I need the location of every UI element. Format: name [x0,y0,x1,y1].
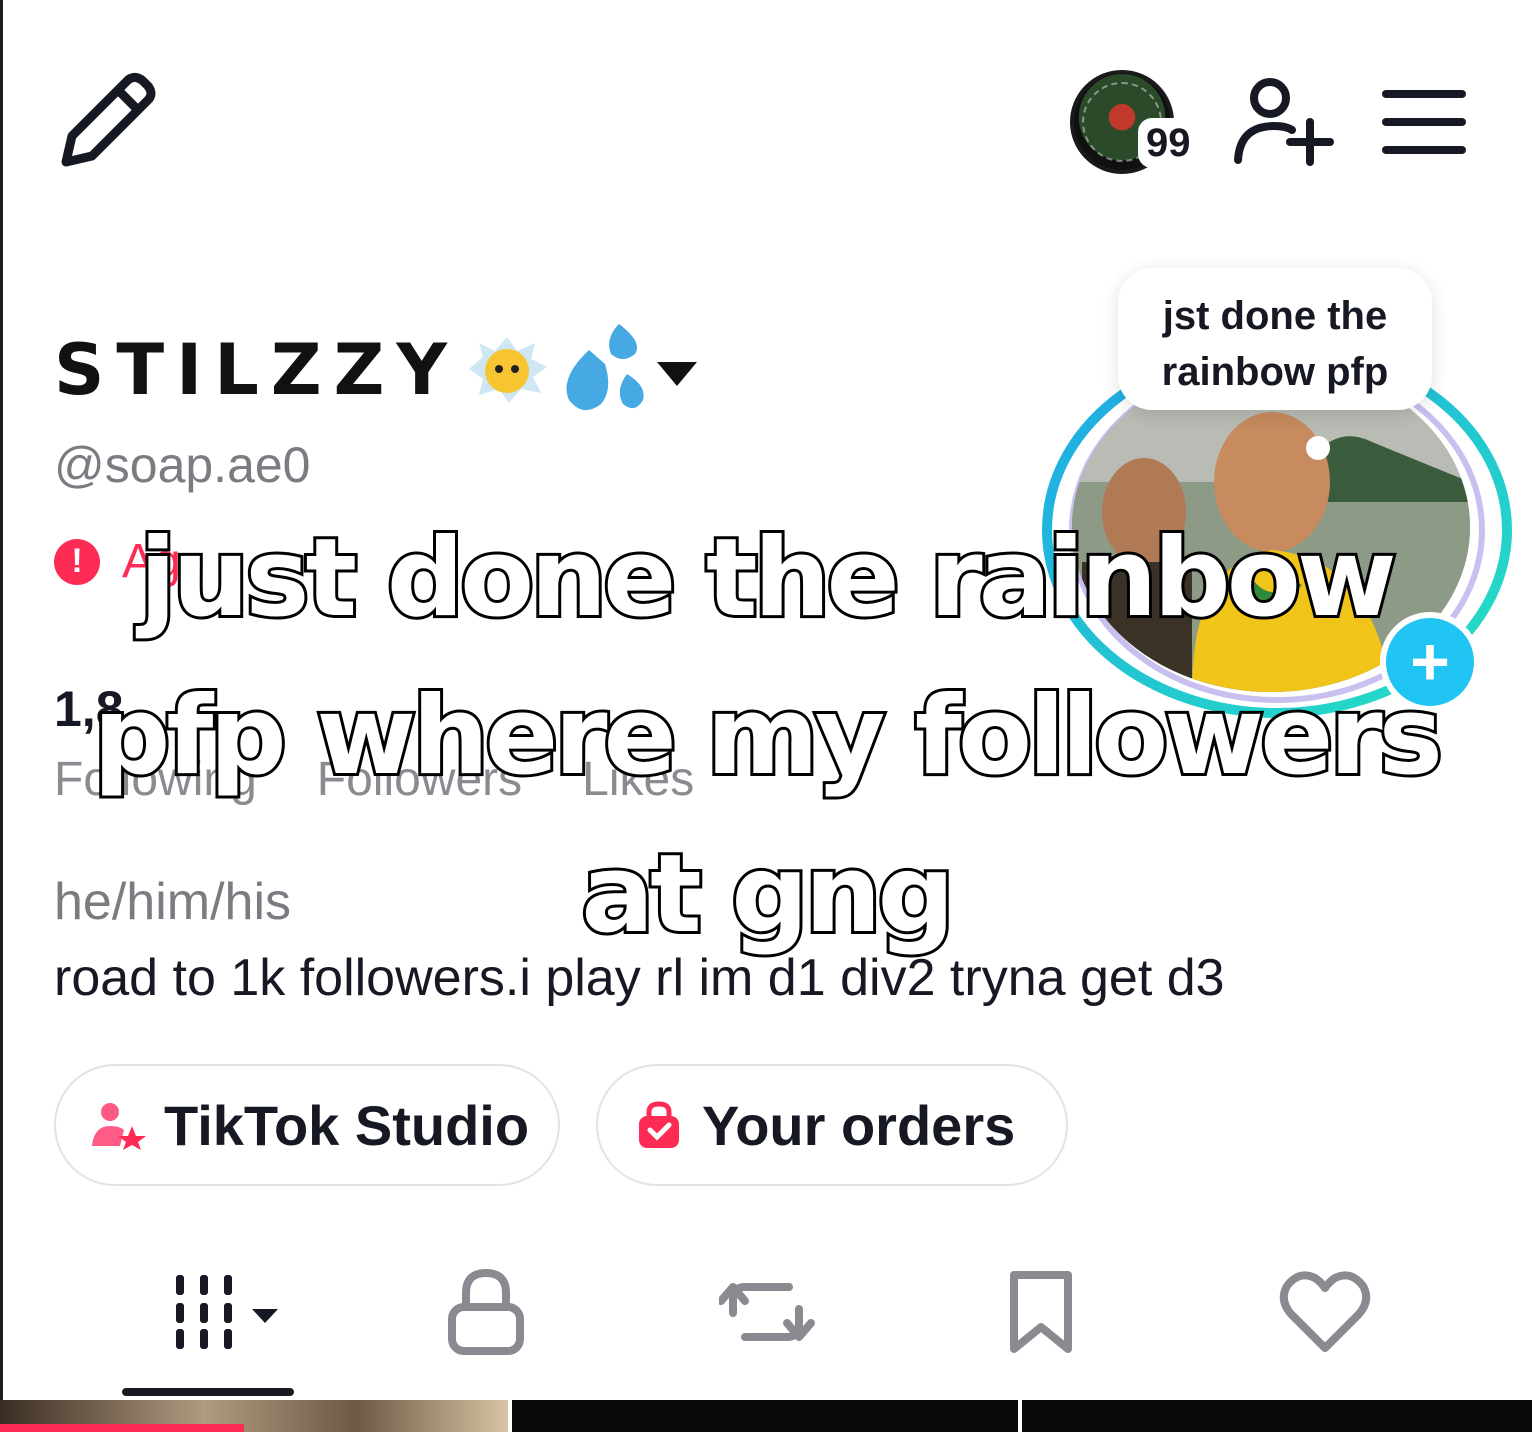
studio-label: TikTok Studio [164,1093,530,1157]
cold-face-emoji-icon [461,335,553,405]
note-line-2: rainbow pfp [1161,350,1389,394]
your-orders-button[interactable]: Your orders [596,1064,1068,1186]
studio-icon [92,1103,146,1150]
active-tab-indicator [122,1388,294,1396]
tab-private[interactable] [436,1262,536,1362]
grid-icon [176,1275,278,1349]
orders-label: Your orders [702,1093,1016,1157]
note-bubble-tail [1306,436,1330,460]
caption-line-3: at gng [578,829,958,960]
tab-saved[interactable] [996,1262,1086,1362]
video-thumbnail[interactable] [1022,1400,1532,1432]
caret-down-icon[interactable] [657,362,698,386]
window-edge [0,0,3,1432]
tab-reposts[interactable] [712,1262,822,1362]
note-line-1: jst done the [1162,294,1388,338]
overlay-caption: just done the rainbow pfp where my follo… [60,500,1472,974]
display-name: STILZZY [54,329,460,411]
sweat-droplets-emoji-icon [553,320,649,420]
bookmark-icon [1010,1271,1072,1353]
caption-line-1: just done the rainbow [136,513,1399,644]
tab-liked[interactable] [1270,1262,1380,1362]
profile-note[interactable]: jst done the rainbow pfp [1118,268,1432,410]
repost-icon [719,1283,815,1341]
pencil-icon[interactable] [52,66,162,176]
tiktok-studio-button[interactable]: TikTok Studio [54,1064,560,1186]
story-count-badge: 99 [1138,118,1199,168]
add-person-icon[interactable] [1226,72,1336,172]
caption-line-2: pfp where my followers [90,671,1446,802]
shopping-bag-icon [639,1101,679,1148]
hamburger-icon[interactable] [1378,82,1470,164]
video-thumbnail[interactable] [512,1400,1018,1432]
display-name-row[interactable]: STILZZY [54,320,698,420]
username-handle: @soap.ae0 [54,437,311,493]
pinned-bar [0,1424,244,1432]
tab-videos[interactable] [150,1262,300,1362]
lock-icon [448,1268,524,1355]
heart-icon [1279,1271,1371,1352]
